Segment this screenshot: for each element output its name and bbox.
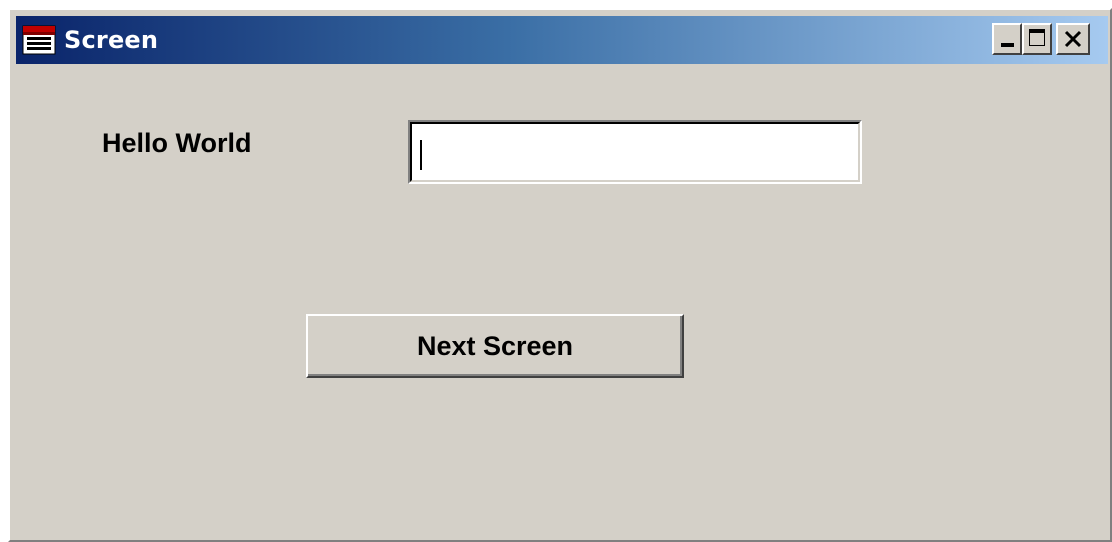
close-button[interactable] [1056, 23, 1090, 55]
window-title: Screen [64, 26, 159, 54]
next-screen-button[interactable]: Next Screen [306, 314, 684, 378]
minimize-button[interactable] [992, 23, 1022, 55]
minimize-icon [1001, 43, 1014, 47]
window-app-icon[interactable] [22, 25, 56, 55]
close-icon [1064, 30, 1082, 48]
title-bar[interactable]: Screen [16, 16, 1108, 64]
maximize-button[interactable] [1022, 23, 1052, 55]
app-window: Screen Hello World Next Screen [8, 8, 1112, 542]
hello-world-label: Hello World [102, 128, 252, 158]
text-input[interactable] [416, 128, 850, 176]
text-cursor [420, 140, 422, 170]
text-input-inner[interactable] [410, 122, 860, 182]
maximize-icon [1029, 29, 1045, 46]
text-input-frame[interactable] [408, 120, 862, 184]
